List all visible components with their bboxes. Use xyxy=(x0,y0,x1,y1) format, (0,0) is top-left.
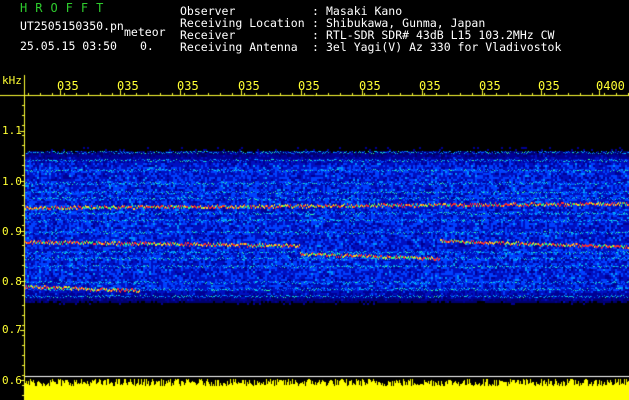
freq-tick-label: 0.9 xyxy=(2,225,22,238)
time-tick-label: 0400 xyxy=(596,79,625,93)
date-time: 25.05.15 03:50 xyxy=(20,39,117,53)
time-tick-label: 035 xyxy=(177,79,199,93)
observation-type: meteor xyxy=(124,25,166,39)
info-value: 3el Yagi(V) Az 330 for Vladivostok xyxy=(326,40,562,54)
time-tick-label: 035 xyxy=(238,79,260,93)
freq-unit-label: kHz xyxy=(2,74,22,87)
app-logo: HROFFT xyxy=(20,1,112,15)
time-tick-label: 035 xyxy=(359,79,381,93)
time-tick-label: 035 xyxy=(538,79,560,93)
time-tick-label: 035 xyxy=(479,79,501,93)
time-tick-label: 035 xyxy=(57,79,79,93)
hrofft-screen: HROFFT UT2505150350.pn meteor 25.05.15 0… xyxy=(0,0,629,400)
freq-tick-label: 0.8 xyxy=(2,275,22,288)
freq-tick-label: 0.7 xyxy=(2,323,22,336)
freq-tick-label: 0.6 xyxy=(2,374,22,387)
freq-tick-label: 1.0 xyxy=(2,175,22,188)
time-tick-label: 035 xyxy=(298,79,320,93)
time-tick-label: 035 xyxy=(117,79,139,93)
spectrogram xyxy=(0,0,629,400)
status-flag: 0. xyxy=(140,39,154,53)
info-label: Receiving Antenna xyxy=(180,40,298,54)
time-tick-label: 035 xyxy=(419,79,441,93)
file-name: UT2505150350.pn xyxy=(20,19,124,33)
info-separator: : xyxy=(312,40,319,54)
freq-tick-label: 1.1 xyxy=(2,124,22,137)
